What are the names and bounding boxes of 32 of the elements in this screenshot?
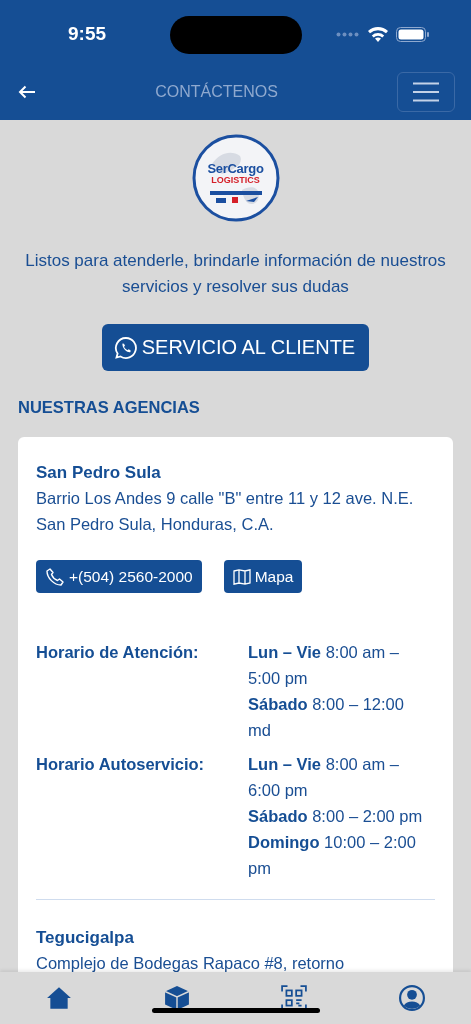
page-title: CONTÁCTENOS — [155, 83, 278, 101]
menu-button[interactable] — [397, 72, 455, 112]
qr-tab[interactable] — [281, 985, 308, 1011]
phone-button[interactable]: +(504) 2560-2000 — [36, 560, 202, 593]
schedule-label: Horario Autoservicio: — [36, 754, 206, 775]
agency-address: Complejo de Bodegas Rapaco #8, retorno — [36, 953, 346, 974]
menu-icon — [413, 82, 439, 102]
schedule-label: Horario de Atención: — [36, 642, 200, 663]
logo-text: LOGISTICS — [211, 176, 260, 185]
map-icon — [232, 568, 251, 585]
phone-icon — [45, 566, 65, 587]
schedule-hours: Domingo 10:00 – 2:00 pm — [248, 832, 417, 879]
schedule-hours: Lun – Vie 8:00 am – 5:00 pm — [248, 642, 401, 689]
intro-text: Listos para atenderle, brindarle información de nuestros servicios y resolver sus dudas — [24, 250, 447, 298]
section-heading: NUESTRAS AGENCIAS — [18, 398, 201, 417]
agency-name: Tegucigalpa — [36, 928, 135, 948]
map-button[interactable]: Mapa — [223, 560, 303, 593]
schedule-hours: Sábado 8:00 – 12:00 md — [248, 694, 405, 741]
home-tab[interactable] — [45, 985, 72, 1011]
customer-service-button[interactable]: SERVICIO AL CLIENTE — [101, 324, 370, 371]
whatsapp-icon — [113, 335, 138, 360]
profile-tab[interactable] — [399, 985, 426, 1011]
signal-icon — [336, 31, 360, 37]
schedule-hours: Sábado 8:00 – 2:00 pm — [248, 806, 424, 827]
status-time: 9:55 — [68, 23, 107, 45]
wifi-icon — [368, 26, 388, 42]
battery-icon — [396, 26, 429, 42]
logo-text: SerCargo — [207, 162, 264, 175]
back-arrow-icon[interactable] — [18, 85, 36, 99]
schedule-hours: Lun – Vie 8:00 am – 6:00 pm — [248, 754, 401, 801]
agency-address: Barrio Los Andes 9 calle "B" entre 11 y 12 ave. N.E. San Pedro Sula, Honduras, C.A. — [36, 488, 415, 535]
agency-name: San Pedro Sula — [36, 463, 162, 483]
